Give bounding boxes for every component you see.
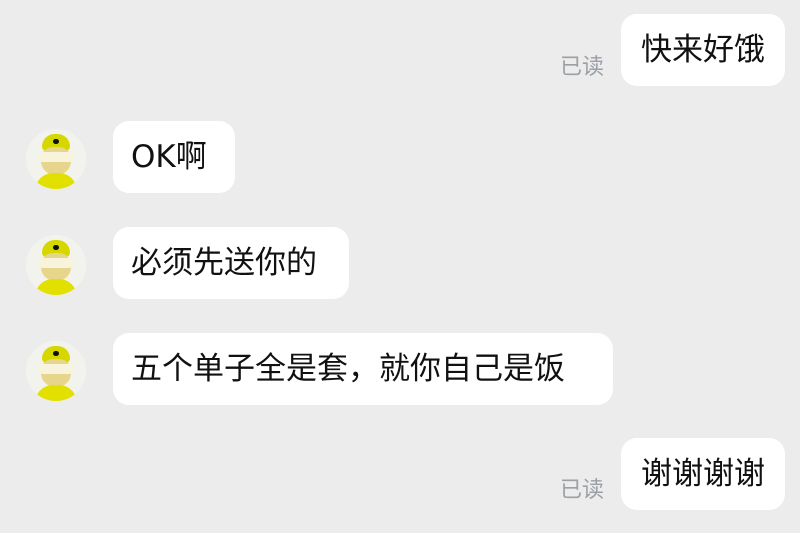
message-row-incoming: 五个单子全是套，就你自己是饭 xyxy=(0,333,800,407)
visor-icon xyxy=(38,258,74,268)
message-bubble[interactable]: 五个单子全是套，就你自己是饭 xyxy=(113,333,613,405)
visor-icon xyxy=(38,152,74,162)
message-row-outgoing: 已读 谢谢谢谢 xyxy=(0,438,800,518)
chat-conversation: 已读 快来好饿 OK啊 必须先送你的 五个单子全是套，就你自己是饭 已读 谢谢谢… xyxy=(0,0,800,533)
message-row-incoming: 必须先送你的 xyxy=(0,227,800,301)
message-bubble[interactable]: 快来好饿 xyxy=(621,14,785,86)
contact-avatar[interactable] xyxy=(26,129,86,189)
message-bubble[interactable]: 谢谢谢谢 xyxy=(621,438,785,510)
message-row-outgoing: 已读 快来好饿 xyxy=(0,14,800,94)
message-bubble[interactable]: 必须先送你的 xyxy=(113,227,349,299)
shirt-icon xyxy=(35,173,77,189)
read-status: 已读 xyxy=(560,478,605,503)
message-bubble[interactable]: OK啊 xyxy=(113,121,235,193)
contact-avatar[interactable] xyxy=(26,235,86,295)
read-status: 已读 xyxy=(560,55,605,80)
shirt-icon xyxy=(35,279,77,295)
message-row-incoming: OK啊 xyxy=(0,121,800,195)
visor-icon xyxy=(38,364,74,374)
shirt-icon xyxy=(35,385,77,401)
contact-avatar[interactable] xyxy=(26,341,86,401)
